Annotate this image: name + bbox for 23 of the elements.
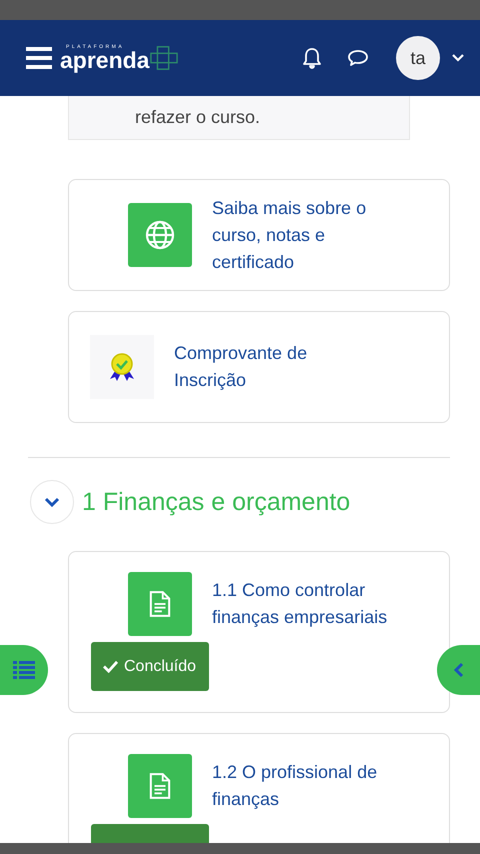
logo-mark-icon [150,45,178,71]
bell-icon[interactable] [300,46,324,70]
document-icon [128,572,192,636]
badge-label: Concluído [124,658,196,676]
caret-icon[interactable] [452,54,464,62]
chevron-left-icon [454,662,464,678]
link-label[interactable]: Comprovante de Inscrição [174,340,374,394]
activity-title[interactable]: 1.1 Como controlar finanças empresariais [212,577,412,631]
list-icon [13,661,35,679]
link-card[interactable]: Comprovante de Inscrição [68,311,450,423]
course-index-button[interactable] [0,645,48,695]
document-icon [128,754,192,818]
link-label[interactable]: Saiba mais sobre o curso, notas e certificado [212,194,412,276]
check-icon [103,660,118,673]
logo-text[interactable]: aprenda [60,48,150,72]
globe-icon [128,203,192,267]
menu-icon[interactable] [26,47,52,69]
chevron-icon [44,497,60,507]
link-card[interactable]: Saiba mais sobre o curso, notas e certificado [68,179,450,291]
notice-text: refazer o curso. [135,107,260,128]
user-avatar[interactable]: ta [396,36,440,80]
collapse-toggle[interactable] [30,480,74,524]
activity-title[interactable]: 1.2 O profissional de finanças [212,759,412,813]
